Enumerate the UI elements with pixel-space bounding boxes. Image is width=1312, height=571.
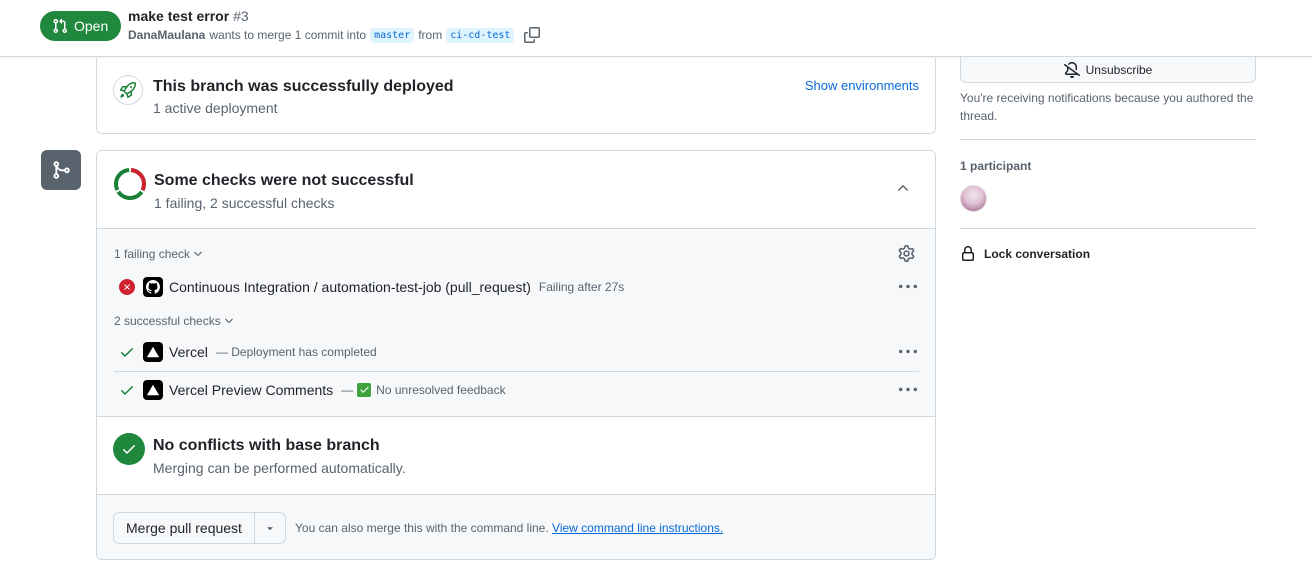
command-line-hint: You can also merge this with the command… xyxy=(295,521,723,535)
pr-sticky-header: Open make test error #3 DanaMaulana want… xyxy=(0,0,1312,57)
checks-list: 1 failing check Continuous Integration /… xyxy=(97,229,935,417)
pr-state-badge: Open xyxy=(40,11,122,41)
unsubscribe-label: Unsubscribe xyxy=(1085,62,1153,77)
pr-title-text[interactable]: make test error xyxy=(128,8,229,24)
vercel-avatar xyxy=(143,379,163,400)
check-row-success[interactable]: Vercel Preview Comments — No unresolved … xyxy=(114,371,919,407)
head-branch[interactable]: ci-cd-test xyxy=(446,27,515,43)
command-line-hint-text: You can also merge this with the command… xyxy=(295,521,549,535)
gear-icon[interactable] xyxy=(898,245,915,262)
rocket-icon xyxy=(120,82,136,98)
show-environments-link[interactable]: Show environments xyxy=(805,78,919,93)
vercel-logo-icon xyxy=(146,346,160,358)
merge-status-title: No conflicts with base branch xyxy=(153,437,380,454)
vercel-avatar xyxy=(143,342,163,362)
deployment-title: This branch was successfully deployed xyxy=(153,78,454,95)
deployment-status-badge xyxy=(113,75,143,105)
base-branch[interactable]: master xyxy=(370,27,415,43)
lock-conversation-button[interactable]: Lock conversation xyxy=(960,246,1090,262)
merge-status-subtitle: Merging can be performed automatically. xyxy=(153,460,406,476)
participant-avatar[interactable] xyxy=(960,185,987,212)
successful-checks-label: 2 successful checks xyxy=(114,314,221,328)
check-name[interactable]: Continuous Integration / automation-test… xyxy=(169,279,531,295)
check-row-success[interactable]: Vercel — Deployment has completed xyxy=(114,334,919,370)
check-row-failing[interactable]: Continuous Integration / automation-test… xyxy=(114,269,919,305)
unsubscribe-button[interactable]: Unsubscribe xyxy=(960,57,1256,83)
deployment-box: This branch was successfully deployed 1 … xyxy=(96,58,936,134)
lock-icon xyxy=(962,246,974,261)
git-merge-icon xyxy=(53,161,70,179)
kebab-horizontal-icon[interactable] xyxy=(899,343,917,361)
description-text: No unresolved feedback xyxy=(376,382,506,397)
check-name[interactable]: Vercel xyxy=(169,344,208,360)
chevron-up-icon[interactable] xyxy=(895,180,911,196)
merge-method-dropdown[interactable] xyxy=(255,513,285,543)
copy-icon[interactable] xyxy=(524,27,541,43)
pr-merge-summary: DanaMaulana wants to merge 1 commit into… xyxy=(128,27,541,43)
checks-summary-header[interactable]: Some checks were not successful 1 failin… xyxy=(97,151,935,229)
description-dash: — xyxy=(341,382,354,397)
failing-checks-toggle[interactable]: 1 failing check xyxy=(114,247,204,261)
check-description: — No unresolved feedback xyxy=(341,382,506,397)
bell-slash-icon xyxy=(1063,61,1080,78)
git-pull-request-icon xyxy=(53,18,68,34)
checks-title: Some checks were not successful xyxy=(154,172,414,189)
white-check-mark-icon xyxy=(357,382,372,397)
kebab-horizontal-icon[interactable] xyxy=(899,278,917,296)
notification-reason: You're receiving notifications because y… xyxy=(960,91,1254,123)
checks-subtitle: 1 failing, 2 successful checks xyxy=(154,195,335,211)
pr-number: #3 xyxy=(233,8,249,24)
from-text: from xyxy=(418,28,443,42)
check-description: — Deployment has completed xyxy=(215,345,377,359)
merge-text: wants to merge 1 commit into xyxy=(209,28,367,42)
participants-label: 1 participant xyxy=(960,159,1032,173)
sidebar-divider xyxy=(960,139,1256,140)
pr-title: make test error #3 xyxy=(128,8,249,24)
github-logo-icon xyxy=(146,280,160,294)
checks-status-ring-icon xyxy=(114,168,146,200)
deployment-subtitle: 1 active deployment xyxy=(153,100,278,116)
merge-actions: Merge pull request You can also merge th… xyxy=(97,495,935,559)
merge-box: Some checks were not successful 1 failin… xyxy=(96,150,936,560)
pr-author-link[interactable]: DanaMaulana xyxy=(128,28,205,42)
check-description: Failing after 27s xyxy=(538,280,625,294)
x-circle-icon xyxy=(119,279,135,295)
merge-box-avatar xyxy=(41,150,81,190)
check-icon xyxy=(119,382,135,398)
failing-checks-label: 1 failing check xyxy=(114,247,191,261)
merge-pull-request-button[interactable]: Merge pull request xyxy=(114,513,255,543)
pr-state-label: Open xyxy=(74,18,109,34)
lock-conversation-label: Lock conversation xyxy=(984,247,1091,261)
chevron-down-icon xyxy=(224,318,233,324)
vercel-logo-icon xyxy=(146,384,160,395)
sidebar-divider xyxy=(960,228,1256,229)
check-name[interactable]: Vercel Preview Comments xyxy=(169,382,333,398)
command-line-instructions-link[interactable]: View command line instructions. xyxy=(552,521,723,535)
triangle-down-icon xyxy=(267,527,273,531)
check-icon xyxy=(119,344,135,360)
merge-button-group: Merge pull request xyxy=(113,512,286,544)
merge-conflict-status: No conflicts with base branch Merging ca… xyxy=(97,417,935,495)
kebab-horizontal-icon[interactable] xyxy=(899,381,917,399)
successful-checks-toggle[interactable]: 2 successful checks xyxy=(114,314,235,328)
chevron-down-icon xyxy=(194,251,202,257)
check-circle-icon xyxy=(113,433,145,465)
github-actions-avatar xyxy=(143,277,163,297)
